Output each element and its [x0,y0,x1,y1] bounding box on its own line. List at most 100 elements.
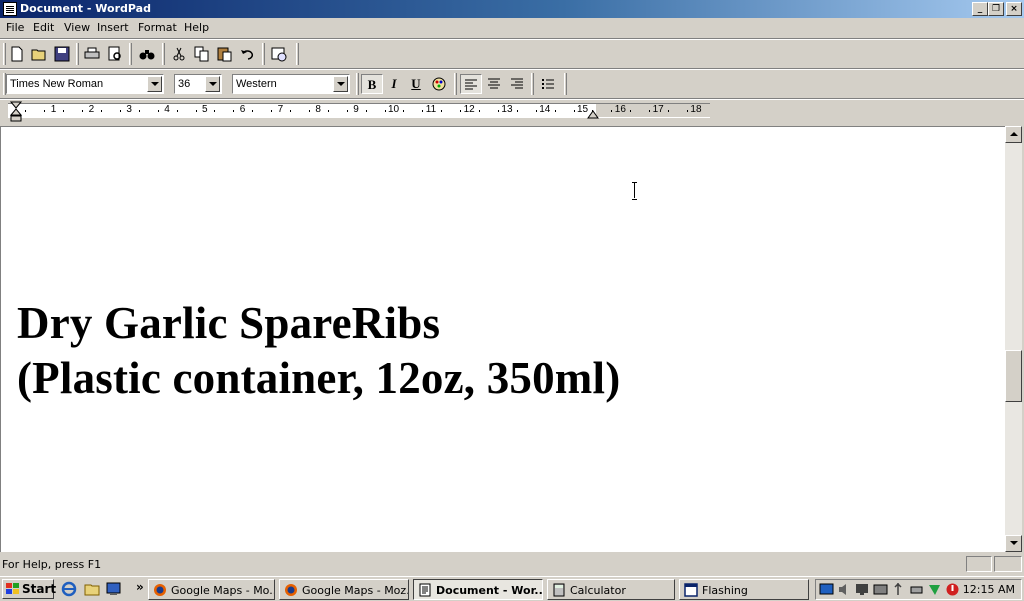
ruler-tick [649,110,650,112]
date-time-icon [271,47,287,62]
italic-button[interactable]: I [383,74,405,94]
print-button[interactable] [81,43,103,65]
desktop-quicklaunch-icon[interactable] [83,580,101,598]
underline-button[interactable]: U [405,74,427,94]
ruler-number: 13 [501,104,513,115]
formatbar-separator [356,73,359,95]
vertical-scrollbar[interactable] [1005,126,1022,552]
minimize-button[interactable]: _ [972,2,988,16]
right-indent-marker-icon[interactable] [587,108,599,120]
ruler-tick [158,110,159,112]
taskbar: Start » Google Maps - Mo... Google Maps … [0,576,1024,600]
save-button[interactable] [51,43,73,65]
ruler-number: 10 [388,104,400,115]
window-icon [684,583,698,597]
menu-file[interactable]: File [6,21,24,34]
print-preview-button[interactable] [104,43,126,65]
indent-marker-icon[interactable] [10,101,22,123]
ruler-tick [63,110,64,112]
color-button[interactable] [428,74,450,94]
font-name-select[interactable]: Times New Roman [6,74,164,94]
font-size-select[interactable]: 36 [174,74,222,94]
printer-tray-icon[interactable] [909,582,924,597]
ie-quicklaunch-icon[interactable] [60,580,78,598]
new-button[interactable] [6,43,28,65]
menu-edit[interactable]: Edit [33,21,54,34]
usb-icon[interactable] [891,582,906,597]
document-area[interactable]: Dry Garlic SpareRibs (Plastic container,… [0,126,1005,552]
ruler-tick [290,110,291,112]
script-select[interactable]: Western [232,74,350,94]
task-label: Google Maps - Mo... [171,584,275,597]
scroll-thumb[interactable] [1005,350,1022,402]
menu-insert[interactable]: Insert [97,21,129,34]
scroll-down-button[interactable] [1005,535,1022,552]
document-line-2[interactable]: (Plastic container, 12oz, 350ml) [17,352,620,404]
align-center-button[interactable] [483,74,505,94]
insert-object-button[interactable] [268,43,290,65]
document-line-1[interactable]: Dry Garlic SpareRibs [17,297,440,349]
wordpad-app-icon[interactable] [3,2,17,16]
align-right-button[interactable] [506,74,528,94]
security-alert-icon[interactable] [945,582,960,597]
start-button[interactable]: Start [2,579,56,599]
quicklaunch-more[interactable]: » [136,580,144,594]
taskbar-button-calculator[interactable]: Calculator [547,579,675,600]
window-title: Document - WordPad [20,2,151,15]
menu-help[interactable]: Help [184,21,209,34]
chevron-down-icon[interactable] [205,76,220,92]
antivirus-icon[interactable] [927,582,942,597]
menu-view[interactable]: View [64,21,90,34]
restore-button[interactable]: ❐ [988,2,1004,16]
undo-icon [241,50,254,60]
ruler-number: 2 [88,104,95,115]
ruler-tick [309,110,310,112]
paste-button[interactable] [214,43,236,65]
network-icon[interactable] [819,582,834,597]
toolbar-separator [76,43,79,65]
paste-clipboard-icon [217,47,232,62]
volume-icon[interactable] [837,582,852,597]
undo-button[interactable] [237,43,259,65]
ruler-number: 17 [652,104,664,115]
ruler-strip[interactable] [8,103,710,118]
open-button[interactable] [28,43,50,65]
firefox-icon [154,584,166,596]
taskbar-button-flashing[interactable]: Flashing [679,579,809,600]
ruler-tick [536,110,537,112]
align-left-icon [465,79,477,90]
script-value: Western [236,78,277,90]
find-button[interactable] [136,43,158,65]
title-bar[interactable]: Document - WordPad _ ❐ × [0,0,1024,18]
clock[interactable]: 12:15 AM [963,583,1015,596]
chevron-down-icon[interactable] [333,76,348,92]
align-left-button[interactable] [460,74,482,94]
bold-button[interactable]: B [361,74,383,94]
ibeam-cursor-icon [632,182,637,200]
display-icon[interactable] [873,582,888,597]
ruler-tick [196,110,197,112]
calculator-icon [553,583,565,597]
taskbar-button-wordpad[interactable]: Document - Wor... [413,579,543,600]
status-panel [966,556,992,572]
copy-button[interactable] [191,43,213,65]
printer-icon [84,47,100,59]
cut-button[interactable] [168,43,190,65]
monitor-icon[interactable] [855,582,870,597]
ruler-tick [328,110,329,112]
media-quicklaunch-icon[interactable] [105,580,123,598]
ruler-number: 4 [164,104,170,115]
ruler-number: 9 [353,104,359,115]
ruler-tick [82,110,83,112]
wordpad-icon [419,583,431,597]
chevron-down-icon[interactable] [147,76,162,92]
ruler[interactable]: 1 2 3 4 5 6 7 8 9 10 11 12 13 14 15 16 17 18 [0,100,1024,124]
scroll-up-button[interactable] [1005,126,1022,143]
menu-format[interactable]: Format [138,21,177,34]
taskbar-button-google-maps-2[interactable]: Google Maps - Moz... [279,579,409,600]
taskbar-button-google-maps-1[interactable]: Google Maps - Mo... [148,579,275,600]
wordpad-window: Document - WordPad _ ❐ × File Edit View … [0,0,1024,576]
close-button[interactable]: × [1006,2,1022,16]
bullets-button[interactable] [537,74,559,94]
task-label: Calculator [570,584,626,597]
